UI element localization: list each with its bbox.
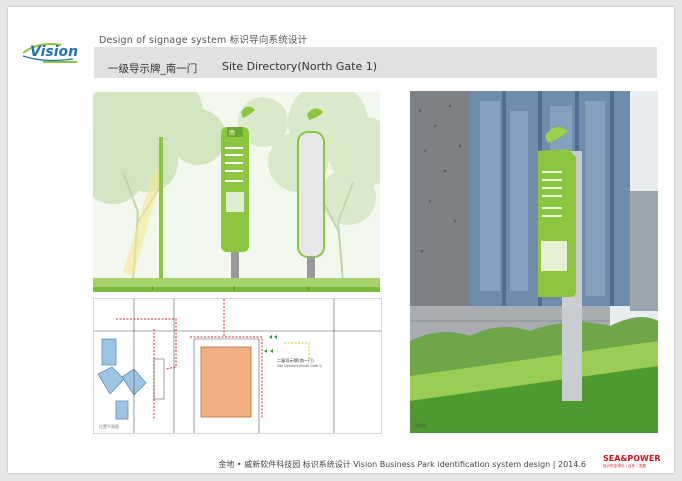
facade-perforated (410, 91, 470, 321)
logo-text: Vision (30, 44, 78, 60)
elevation-drawing: 南 1 2 3 (93, 92, 380, 292)
header-title: Design of signage system 标识导向系统设计 (99, 35, 308, 46)
elevation-panel: 南 1 2 3 (93, 92, 380, 292)
building-orange (200, 346, 252, 418)
photo-render (410, 91, 658, 433)
plan-callout-title: 二级导示牌(南一门) (277, 357, 314, 364)
back-sign-body (297, 131, 325, 258)
vision-logo: Vision (22, 43, 78, 63)
banner-title-cn: 一级导示牌_南一门 (108, 63, 198, 75)
sign-map-render (541, 241, 567, 271)
photo-caption: 效果图 (415, 423, 427, 428)
brand-subtitle: 设计的全球化 / 合作 / 发展 (603, 464, 646, 468)
site-plan-panel: 二级导示牌(南一门) Site Directory(South Gate 1) … (93, 298, 382, 434)
sign-label: 南 (229, 129, 235, 137)
main-sign-body (221, 127, 249, 252)
pole-sign-side (159, 137, 163, 287)
plan-caption: 位置平面图 (99, 424, 119, 429)
brand-mark: SEA&POWER 设计的全球化 / 合作 / 发展 (603, 454, 663, 472)
building-blocks (97, 338, 147, 420)
perspective-photo: 效果图 (410, 91, 658, 433)
footer-text: 金地 • 威新软件科技园 标识系统设计 Vision Business Park… (218, 460, 586, 469)
brand-name: SEA&POWER (603, 454, 661, 463)
signage-sheet: Design of signage system 标识导向系统设计 Vision… (8, 7, 674, 473)
site-plan-drawing: 二级导示牌(南一门) Site Directory(South Gate 1) (94, 299, 381, 433)
plan-callout-sub: Site Directory(South Gate 1) (277, 364, 322, 368)
sign-markers (264, 335, 277, 353)
banner-title-en: Site Directory(North Gate 1) (222, 60, 377, 73)
sign-map-inset (226, 192, 244, 212)
